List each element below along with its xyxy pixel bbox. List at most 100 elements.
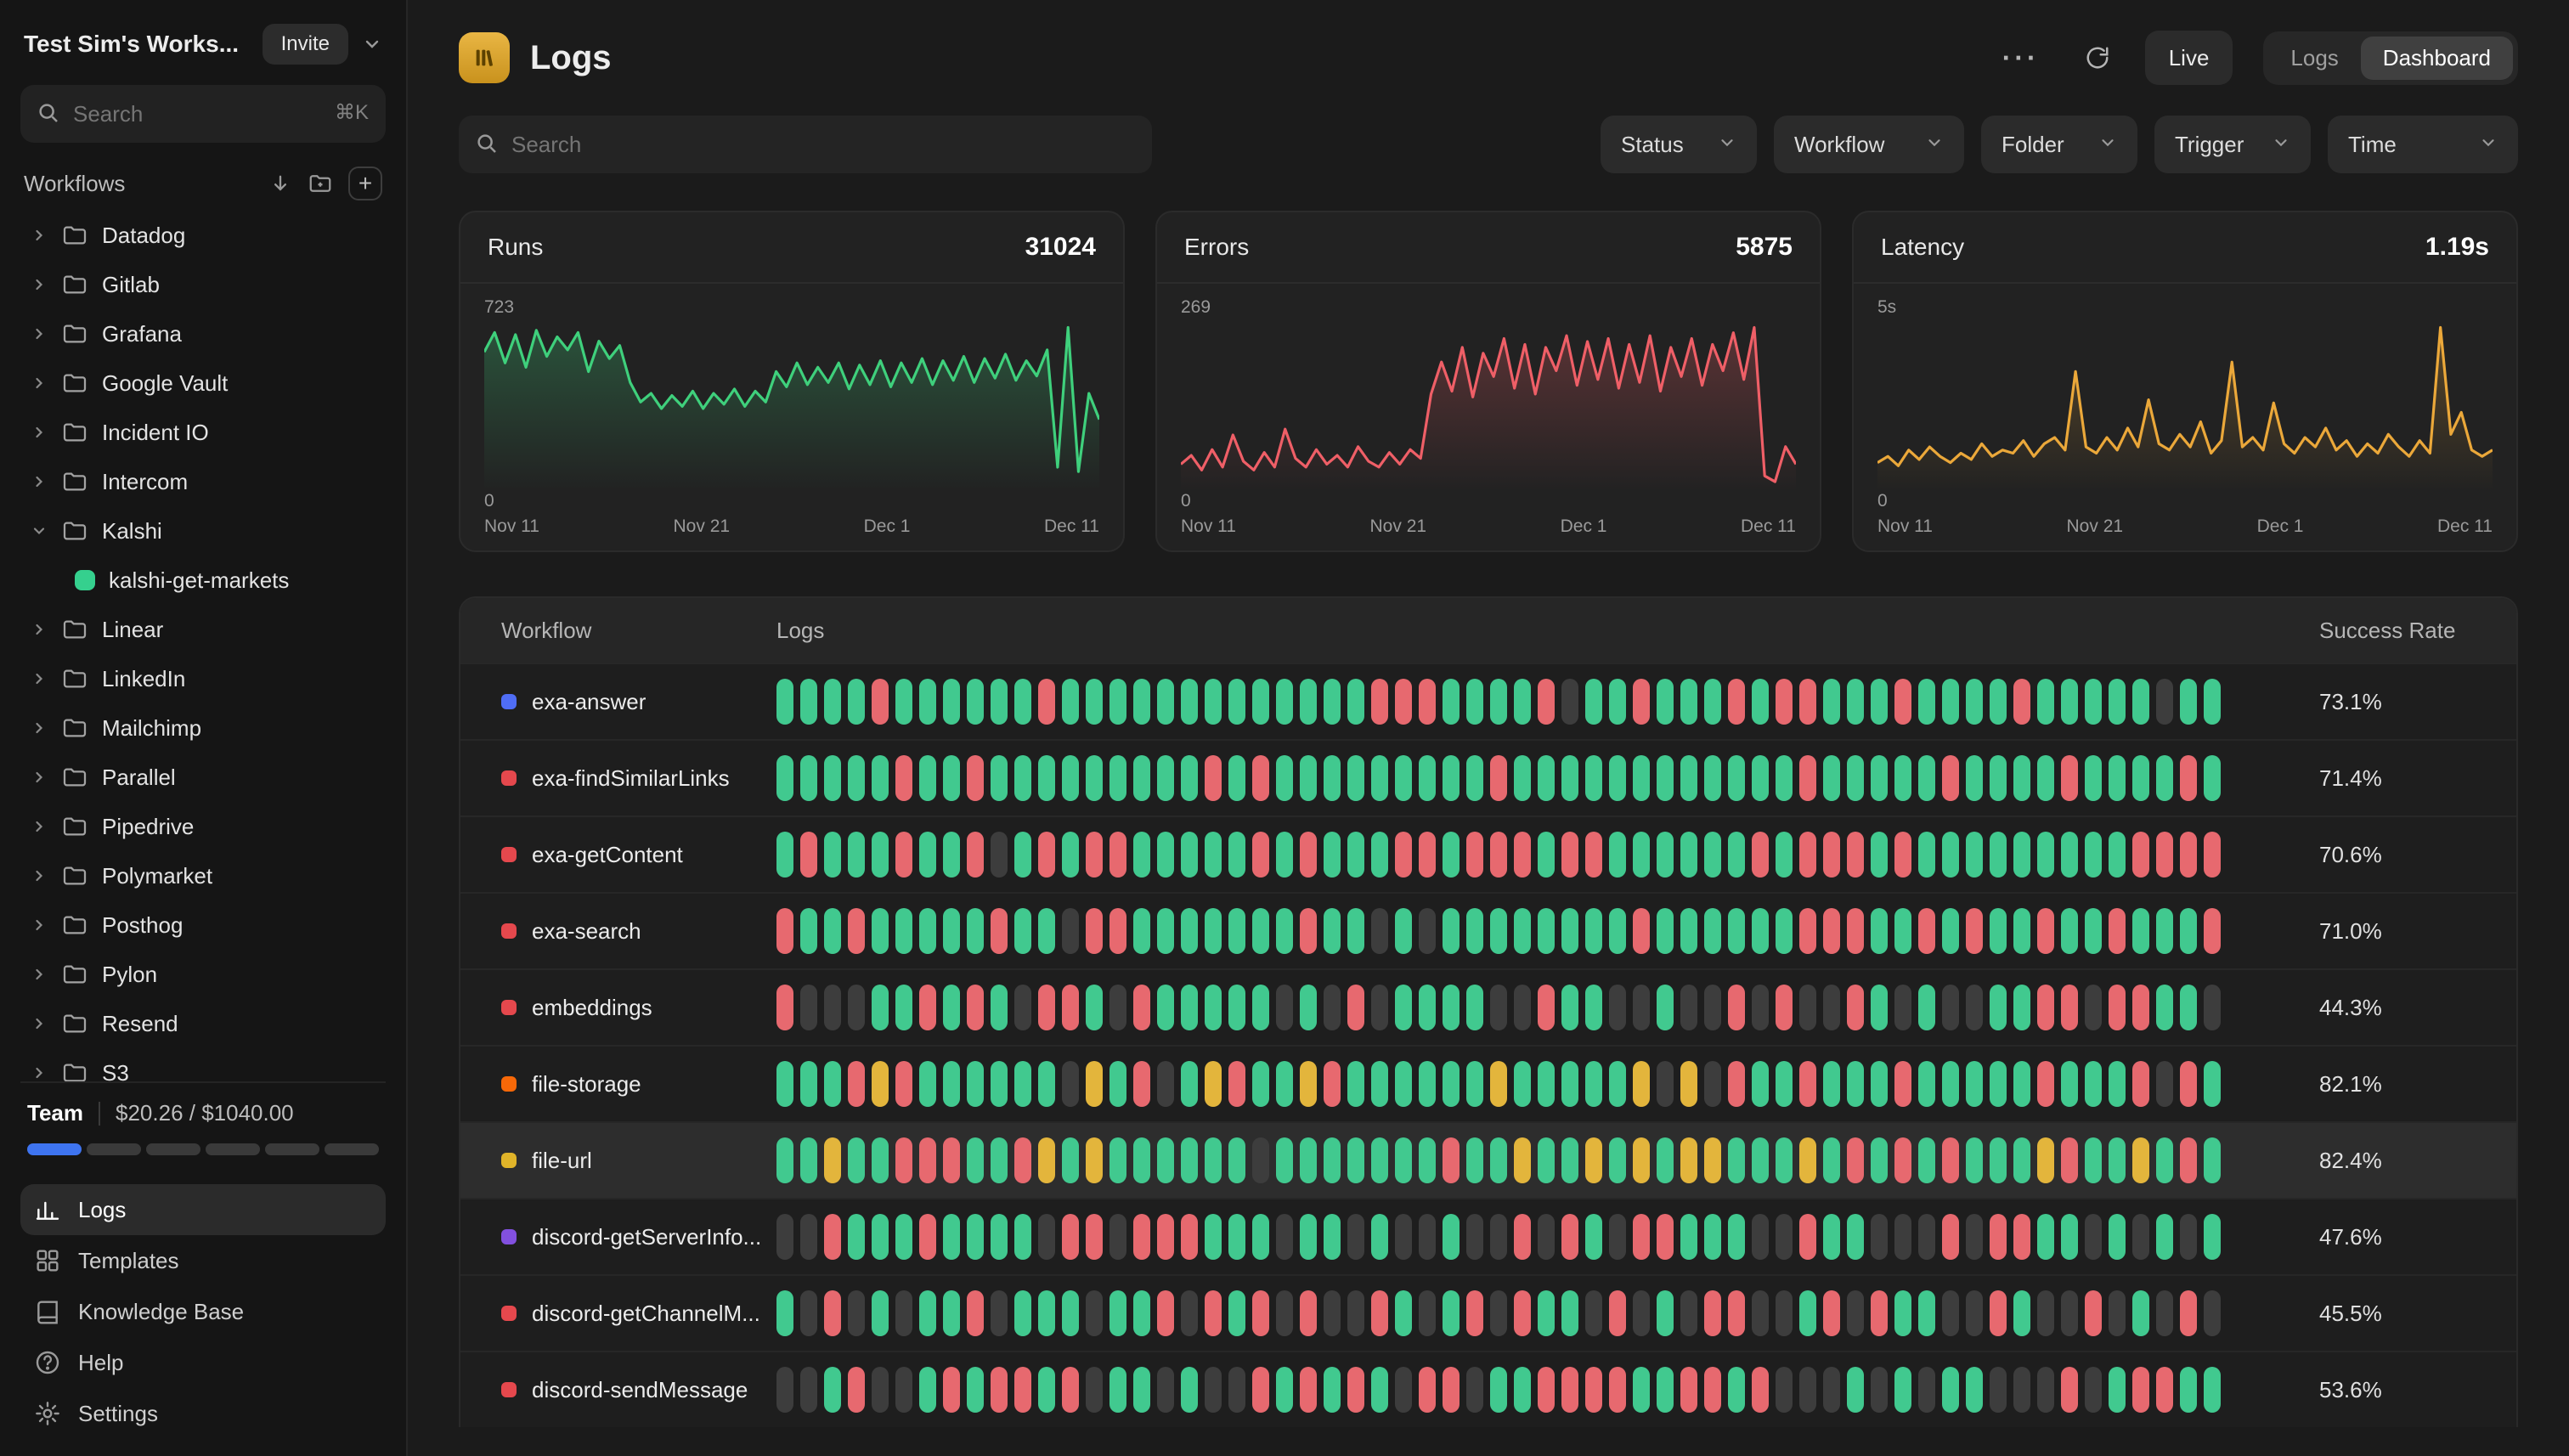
log-bar[interactable] [2156, 1061, 2173, 1107]
log-bar[interactable] [1276, 985, 1293, 1030]
log-bar[interactable] [943, 1214, 960, 1260]
log-bar[interactable] [1633, 908, 1650, 954]
log-bar[interactable] [1847, 908, 1864, 954]
log-bar[interactable] [1014, 1214, 1031, 1260]
log-bar[interactable] [872, 1367, 889, 1413]
log-bar[interactable] [1466, 908, 1483, 954]
sidebar-folder-kalshi[interactable]: Kalshi [20, 506, 386, 556]
log-bar[interactable] [1966, 755, 1983, 801]
log-bar[interactable] [1490, 908, 1507, 954]
log-bar[interactable] [1395, 1290, 1412, 1336]
log-bar[interactable] [872, 679, 889, 725]
log-bar[interactable] [1918, 755, 1935, 801]
log-bar[interactable] [2204, 679, 2221, 725]
log-bar[interactable] [2109, 755, 2126, 801]
log-bar[interactable] [2180, 908, 2197, 954]
log-bar[interactable] [1181, 679, 1198, 725]
log-bar[interactable] [1086, 985, 1103, 1030]
log-bar[interactable] [1704, 1214, 1721, 1260]
log-bar[interactable] [776, 908, 793, 954]
log-bar[interactable] [1966, 985, 1983, 1030]
log-bar[interactable] [1252, 908, 1269, 954]
log-bar[interactable] [1752, 755, 1769, 801]
log-bar[interactable] [1157, 755, 1174, 801]
log-bar[interactable] [1228, 908, 1245, 954]
log-bar[interactable] [1062, 1367, 1079, 1413]
log-bar[interactable] [1347, 1137, 1364, 1183]
log-bar[interactable] [800, 755, 817, 801]
log-bar[interactable] [1419, 1367, 1436, 1413]
log-bar[interactable] [2204, 1214, 2221, 1260]
log-bar[interactable] [1347, 832, 1364, 878]
log-bar[interactable] [1942, 985, 1959, 1030]
log-bar[interactable] [2180, 832, 2197, 878]
log-bar[interactable] [1062, 1214, 1079, 1260]
log-bar[interactable] [1133, 1137, 1150, 1183]
log-bar[interactable] [1205, 1367, 1222, 1413]
log-bar[interactable] [1776, 755, 1793, 801]
log-bar[interactable] [1395, 1137, 1412, 1183]
log-bar[interactable] [1490, 1137, 1507, 1183]
log-bar[interactable] [1276, 1137, 1293, 1183]
invite-button[interactable]: Invite [263, 24, 348, 65]
log-bar[interactable] [848, 1137, 865, 1183]
log-bar[interactable] [2061, 1290, 2078, 1336]
log-bar[interactable] [1014, 1290, 1031, 1336]
log-bar[interactable] [1728, 679, 1745, 725]
log-bar[interactable] [895, 1061, 912, 1107]
log-bar[interactable] [1657, 1061, 1674, 1107]
log-bar[interactable] [1109, 908, 1126, 954]
log-bar[interactable] [1014, 908, 1031, 954]
log-bar[interactable] [2132, 985, 2149, 1030]
log-bar[interactable] [1109, 755, 1126, 801]
log-bar[interactable] [1466, 1214, 1483, 1260]
log-bar[interactable] [1109, 1137, 1126, 1183]
log-bar[interactable] [1680, 1137, 1697, 1183]
chevron-right-icon[interactable] [31, 670, 48, 687]
sidebar-item-knowledge-base[interactable]: Knowledge Base [20, 1286, 386, 1337]
log-bar[interactable] [1561, 1214, 1578, 1260]
log-bar[interactable] [1443, 1214, 1460, 1260]
log-bar[interactable] [1086, 755, 1103, 801]
log-bar[interactable] [776, 1061, 793, 1107]
log-bar[interactable] [1252, 679, 1269, 725]
log-bar[interactable] [1728, 1214, 1745, 1260]
log-bar[interactable] [1181, 908, 1198, 954]
log-bar[interactable] [1728, 1367, 1745, 1413]
log-bar[interactable] [872, 908, 889, 954]
log-bar[interactable] [1680, 1290, 1697, 1336]
log-bar[interactable] [1228, 755, 1245, 801]
sidebar-folder-linkedin[interactable]: LinkedIn [20, 654, 386, 703]
add-workflow-button[interactable]: + [348, 166, 382, 200]
log-bar[interactable] [1752, 1137, 1769, 1183]
log-bar[interactable] [1847, 755, 1864, 801]
log-bar[interactable] [1062, 832, 1079, 878]
logs-search[interactable] [459, 116, 1152, 173]
log-bar[interactable] [1324, 985, 1341, 1030]
log-bar[interactable] [1443, 908, 1460, 954]
log-bar[interactable] [2013, 1061, 2030, 1107]
log-bar[interactable] [1871, 679, 1888, 725]
log-bar[interactable] [1633, 832, 1650, 878]
log-bar[interactable] [1490, 1061, 1507, 1107]
log-bar[interactable] [1871, 832, 1888, 878]
log-bar[interactable] [1371, 1290, 1388, 1336]
log-bar[interactable] [1776, 832, 1793, 878]
log-bar[interactable] [1324, 679, 1341, 725]
log-bar[interactable] [1918, 679, 1935, 725]
log-bar[interactable] [1324, 832, 1341, 878]
log-bar[interactable] [1799, 1137, 1816, 1183]
sidebar-folder-polymarket[interactable]: Polymarket [20, 851, 386, 900]
log-bar[interactable] [1038, 908, 1055, 954]
stat-card-errors[interactable]: Errors58752690Nov 11Nov 21Dec 1Dec 11 [1155, 211, 1821, 552]
log-bar[interactable] [1918, 832, 1935, 878]
log-bar[interactable] [1419, 1290, 1436, 1336]
log-bar[interactable] [1443, 832, 1460, 878]
log-bar[interactable] [967, 832, 984, 878]
sidebar-folder-pylon[interactable]: Pylon [20, 950, 386, 999]
log-bar[interactable] [2156, 1214, 2173, 1260]
log-bar[interactable] [800, 1214, 817, 1260]
table-row-file-url[interactable]: file-url82.4% [460, 1121, 2516, 1198]
log-bar[interactable] [1776, 1061, 1793, 1107]
filter-trigger[interactable]: Trigger [2154, 116, 2311, 173]
